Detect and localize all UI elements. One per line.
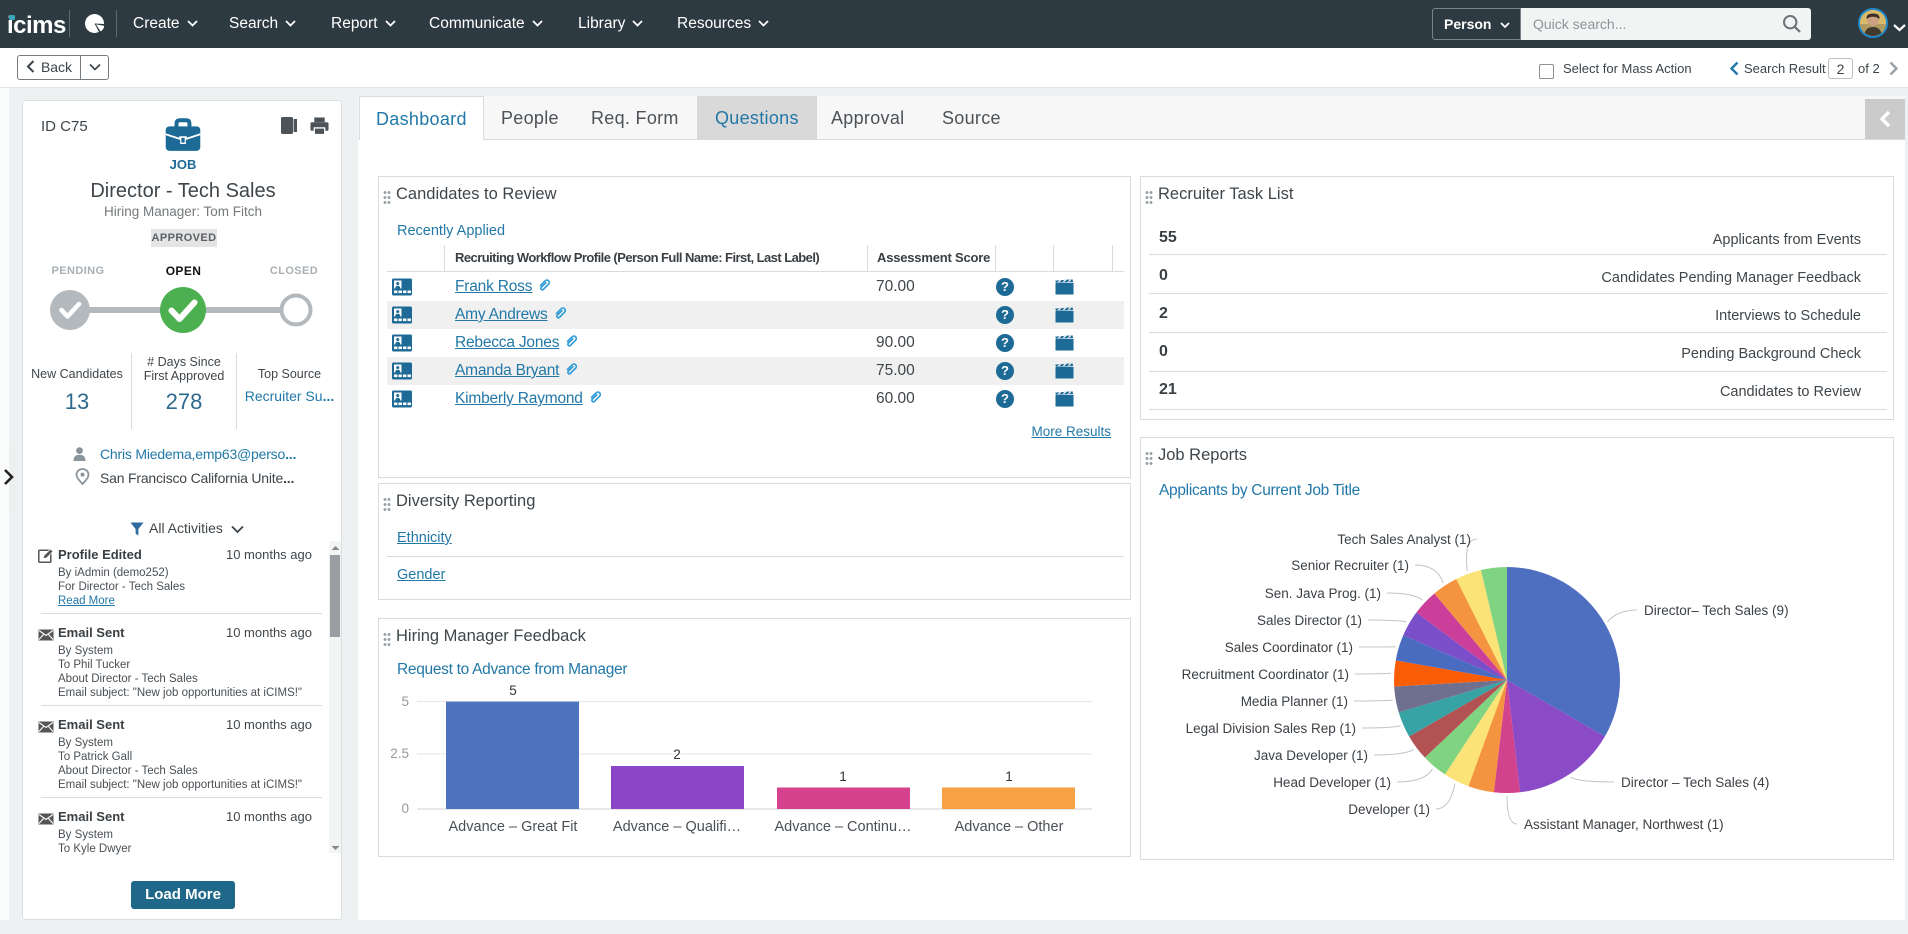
svg-text:Sales Director (1): Sales Director (1) xyxy=(1257,613,1362,628)
svg-text:Sen. Java Prog. (1): Sen. Java Prog. (1) xyxy=(1265,586,1381,601)
svg-text:Legal Division Sales Rep (1): Legal Division Sales Rep (1) xyxy=(1186,721,1356,736)
svg-text:Developer (1): Developer (1) xyxy=(1348,802,1430,817)
svg-text:Media Planner (1): Media Planner (1) xyxy=(1241,694,1348,709)
svg-text:Advance – Other: Advance – Other xyxy=(955,819,1064,835)
svg-text:Recruitment Coordinator (1): Recruitment Coordinator (1) xyxy=(1182,667,1349,682)
svg-text:Advance – Qualifi…: Advance – Qualifi… xyxy=(613,819,741,835)
svg-text:Senior Recruiter (1): Senior Recruiter (1) xyxy=(1291,558,1409,573)
svg-text:2: 2 xyxy=(673,747,681,762)
svg-text:Sales Coordinator (1): Sales Coordinator (1) xyxy=(1225,640,1353,655)
svg-text:Tech Sales Analyst (1): Tech Sales Analyst (1) xyxy=(1337,532,1471,547)
svg-text:1: 1 xyxy=(839,769,847,784)
svg-text:Assistant Manager, Northwest (: Assistant Manager, Northwest (1) xyxy=(1524,817,1724,832)
svg-text:Java Developer (1): Java Developer (1) xyxy=(1254,748,1368,763)
svg-text:2.5: 2.5 xyxy=(390,746,409,761)
svg-text:0: 0 xyxy=(401,801,409,816)
svg-text:5: 5 xyxy=(509,683,517,698)
svg-text:Advance – Continu…: Advance – Continu… xyxy=(774,819,911,835)
svg-text:Director – Tech Sales (4): Director – Tech Sales (4) xyxy=(1621,775,1769,790)
svg-text:Head Developer (1): Head Developer (1) xyxy=(1273,775,1391,790)
svg-text:5: 5 xyxy=(401,694,409,709)
svg-text:1: 1 xyxy=(1005,769,1013,784)
svg-text:Advance – Great Fit: Advance – Great Fit xyxy=(449,819,578,835)
svg-text:Director– Tech Sales (9): Director– Tech Sales (9) xyxy=(1644,603,1789,618)
